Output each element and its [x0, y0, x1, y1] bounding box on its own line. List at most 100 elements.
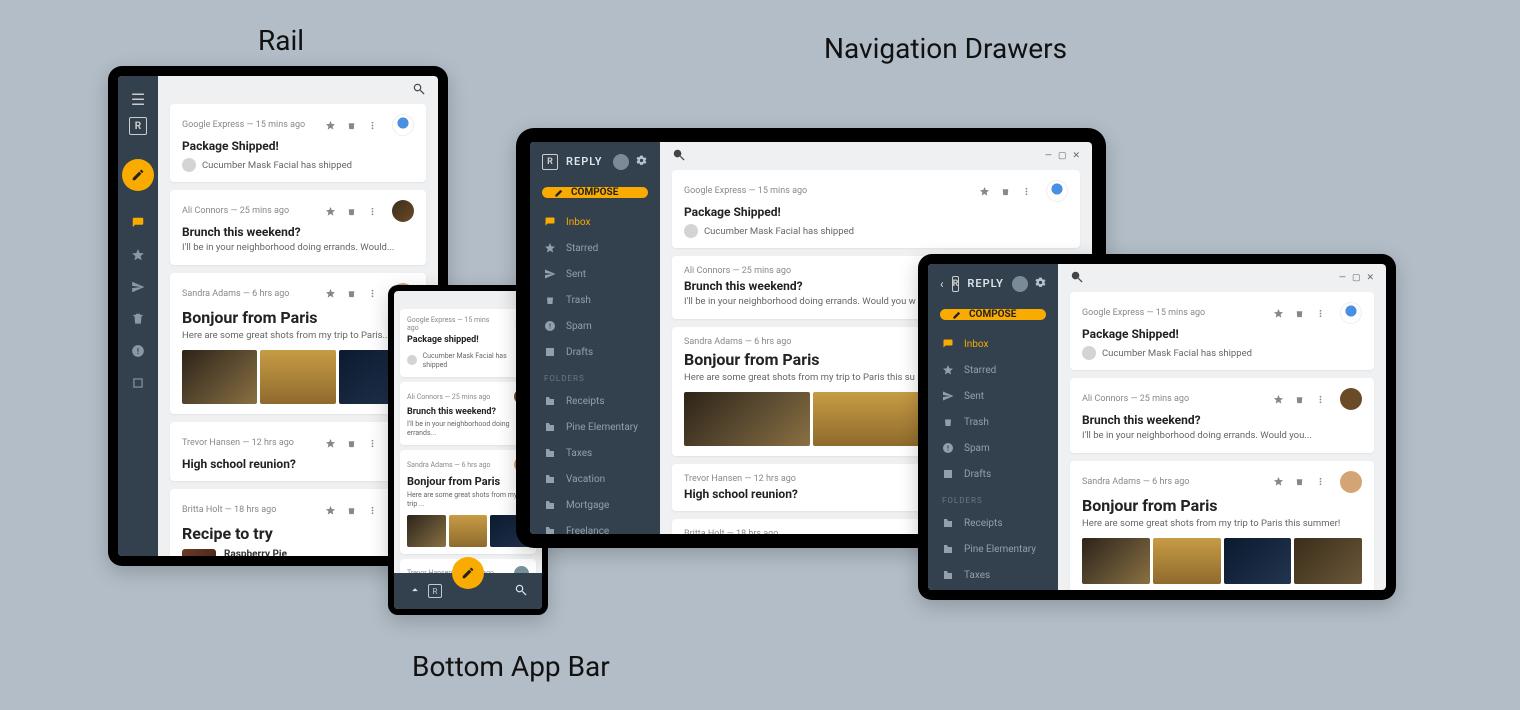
- star-icon[interactable]: [325, 116, 336, 135]
- drawer-item-trash[interactable]: Trash: [530, 288, 660, 312]
- close-icon[interactable]: ✕: [1366, 273, 1374, 283]
- thumb-image[interactable]: [1153, 538, 1221, 584]
- folder-item-pine[interactable]: Pine Elementary: [530, 415, 660, 439]
- search-icon[interactable]: [514, 582, 528, 601]
- compose-button[interactable]: COMPOSE: [940, 309, 1046, 320]
- search-icon[interactable]: [1070, 269, 1084, 288]
- folder-item-mortgage[interactable]: Mortgage: [530, 493, 660, 517]
- drawer-item-inbox[interactable]: Inbox: [928, 332, 1058, 356]
- thumb-image[interactable]: [1224, 538, 1292, 584]
- more-icon[interactable]: [367, 501, 378, 520]
- more-icon[interactable]: [1315, 304, 1326, 323]
- delete-icon[interactable]: [346, 202, 357, 221]
- drawer-item-trash[interactable]: Trash: [928, 410, 1058, 434]
- star-icon[interactable]: [1273, 390, 1284, 409]
- email-item[interactable]: Ali Connors — 25 mins ago Brunch this we…: [170, 190, 426, 264]
- folder-item-taxes[interactable]: Taxes: [530, 441, 660, 465]
- account-avatar[interactable]: [1012, 276, 1028, 292]
- close-icon[interactable]: ✕: [1072, 151, 1080, 161]
- rail-item-sent[interactable]: [118, 273, 158, 301]
- email-subject: Package Shipped!: [1082, 327, 1362, 341]
- window-controls[interactable]: ― ▢ ✕: [1339, 273, 1374, 283]
- maximize-icon[interactable]: ▢: [1352, 273, 1361, 283]
- settings-icon[interactable]: [635, 152, 648, 171]
- delete-icon[interactable]: [1294, 304, 1305, 323]
- more-icon[interactable]: [367, 202, 378, 221]
- chevron-up-icon[interactable]: [408, 582, 422, 601]
- top-bar: ― ▢ ✕: [1058, 264, 1386, 292]
- star-icon[interactable]: [1273, 472, 1284, 491]
- delete-icon[interactable]: [1294, 472, 1305, 491]
- minimize-icon[interactable]: ―: [1339, 273, 1346, 283]
- rail-item-inbox[interactable]: [118, 209, 158, 237]
- thumb-image[interactable]: [684, 392, 810, 446]
- drawer-item-sent[interactable]: Sent: [530, 262, 660, 286]
- thumb-image[interactable]: [407, 515, 446, 547]
- thumb-image[interactable]: [1082, 538, 1150, 584]
- settings-icon[interactable]: [1034, 274, 1047, 293]
- back-icon[interactable]: ‹: [940, 277, 944, 291]
- folder-item-receipts[interactable]: Receipts: [928, 511, 1058, 535]
- star-icon[interactable]: [1273, 304, 1284, 323]
- drawer-item-sent[interactable]: Sent: [928, 384, 1058, 408]
- thumb-image[interactable]: [1294, 538, 1362, 584]
- delete-icon[interactable]: [346, 116, 357, 135]
- drawer-item-spam[interactable]: Spam: [530, 314, 660, 338]
- rail-item-starred[interactable]: [118, 241, 158, 269]
- drawer-item-starred[interactable]: Starred: [530, 236, 660, 260]
- star-icon[interactable]: [325, 284, 336, 303]
- folder-item-vacation[interactable]: Vacation: [530, 467, 660, 491]
- rail-item-spam[interactable]: [118, 337, 158, 365]
- email-subject: Brunch this weekend?: [407, 407, 529, 417]
- more-icon[interactable]: [367, 434, 378, 453]
- minimize-icon[interactable]: ―: [1045, 151, 1052, 161]
- delete-icon[interactable]: [346, 434, 357, 453]
- more-icon[interactable]: [367, 116, 378, 135]
- thumb-image[interactable]: [449, 515, 488, 547]
- folder-item-freelance[interactable]: Freelance: [530, 519, 660, 534]
- folder-item-vacation[interactable]: Vacation: [928, 589, 1058, 590]
- more-icon[interactable]: [1021, 182, 1032, 201]
- thumb-image[interactable]: [260, 350, 335, 404]
- drawer-item-spam[interactable]: Spam: [928, 436, 1058, 460]
- delete-icon[interactable]: [346, 284, 357, 303]
- folder-item-pine[interactable]: Pine Elementary: [928, 537, 1058, 561]
- maximize-icon[interactable]: ▢: [1058, 151, 1067, 161]
- compose-fab[interactable]: [452, 557, 484, 589]
- star-icon[interactable]: [979, 182, 990, 201]
- rail-item-trash[interactable]: [118, 305, 158, 333]
- delete-icon[interactable]: [1294, 390, 1305, 409]
- drawer-item-drafts[interactable]: Drafts: [928, 462, 1058, 486]
- nav-label: Spam: [566, 321, 592, 332]
- rail-item-drafts[interactable]: [118, 369, 158, 397]
- delete-icon[interactable]: [346, 501, 357, 520]
- folder-item-taxes[interactable]: Taxes: [928, 563, 1058, 587]
- email-item[interactable]: Ali Connors — 25 mins ago Brunch this we…: [1070, 378, 1374, 452]
- more-icon[interactable]: [1315, 390, 1326, 409]
- compose-button[interactable]: COMPOSE: [542, 187, 648, 198]
- account-avatar[interactable]: [613, 154, 629, 170]
- delete-icon[interactable]: [1000, 182, 1011, 201]
- email-item[interactable]: Google Express — 15 mins ago Package Shi…: [1070, 292, 1374, 370]
- thumb-image[interactable]: [182, 350, 257, 404]
- drawer-item-starred[interactable]: Starred: [928, 358, 1058, 382]
- folder-item-receipts[interactable]: Receipts: [530, 389, 660, 413]
- star-icon[interactable]: [325, 202, 336, 221]
- compose-fab[interactable]: [122, 159, 154, 191]
- star-icon[interactable]: [325, 434, 336, 453]
- app-logo: R: [542, 154, 558, 170]
- email-item[interactable]: Google Express — 15 mins ago Package Shi…: [170, 104, 426, 182]
- search-icon[interactable]: [672, 147, 686, 166]
- more-icon[interactable]: [367, 284, 378, 303]
- drawer-item-drafts[interactable]: Drafts: [530, 340, 660, 364]
- window-controls[interactable]: ― ▢ ✕: [1045, 151, 1080, 161]
- drawer-item-inbox[interactable]: Inbox: [530, 210, 660, 234]
- email-item[interactable]: Sandra Adams — 6 hrs ago Bonjour from Pa…: [1070, 461, 1374, 590]
- email-meta: Google Express — 15 mins ago: [182, 120, 305, 130]
- email-item[interactable]: Google Express — 15 mins ago Package Shi…: [672, 170, 1080, 248]
- email-meta: Britta Holt — 18 hrs ago: [182, 505, 276, 515]
- more-icon[interactable]: [1315, 472, 1326, 491]
- menu-icon[interactable]: ☰: [131, 86, 145, 113]
- star-icon[interactable]: [325, 501, 336, 520]
- search-icon[interactable]: [412, 81, 426, 100]
